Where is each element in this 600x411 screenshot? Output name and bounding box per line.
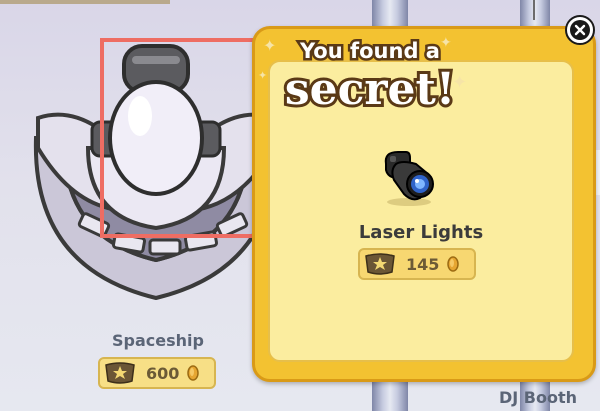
- member-badge-icon: [105, 362, 135, 384]
- found-item-price-tag[interactable]: 145: [358, 248, 476, 280]
- coin-icon: [187, 365, 200, 381]
- sparkle-icon: ✦: [263, 36, 277, 55]
- dj-booth-label: DJ Booth: [499, 388, 578, 407]
- sparkle-icon: ✦: [452, 72, 468, 93]
- laser-lights-icon: [384, 151, 434, 206]
- coin-icon: [447, 256, 460, 272]
- found-item-price: 145: [406, 254, 440, 274]
- spaceship-price: 600: [146, 363, 180, 383]
- hanging-wire: [533, 0, 535, 20]
- title-line-2: secret!: [285, 64, 455, 112]
- you-found-a-secret-title: You found a secret!: [282, 37, 458, 113]
- title-line-1: You found a: [299, 39, 440, 63]
- close-button[interactable]: [565, 15, 595, 45]
- member-badge-icon: [365, 253, 395, 275]
- background-ledge: [0, 0, 170, 4]
- sparkle-icon: ✦: [258, 69, 268, 82]
- found-item-name: Laser Lights: [358, 222, 484, 243]
- spaceship-label: Spaceship: [112, 331, 204, 350]
- sparkle-icon: ✦: [440, 35, 452, 51]
- close-x-icon: [570, 20, 590, 40]
- spaceship-price-tag[interactable]: 600: [98, 357, 216, 389]
